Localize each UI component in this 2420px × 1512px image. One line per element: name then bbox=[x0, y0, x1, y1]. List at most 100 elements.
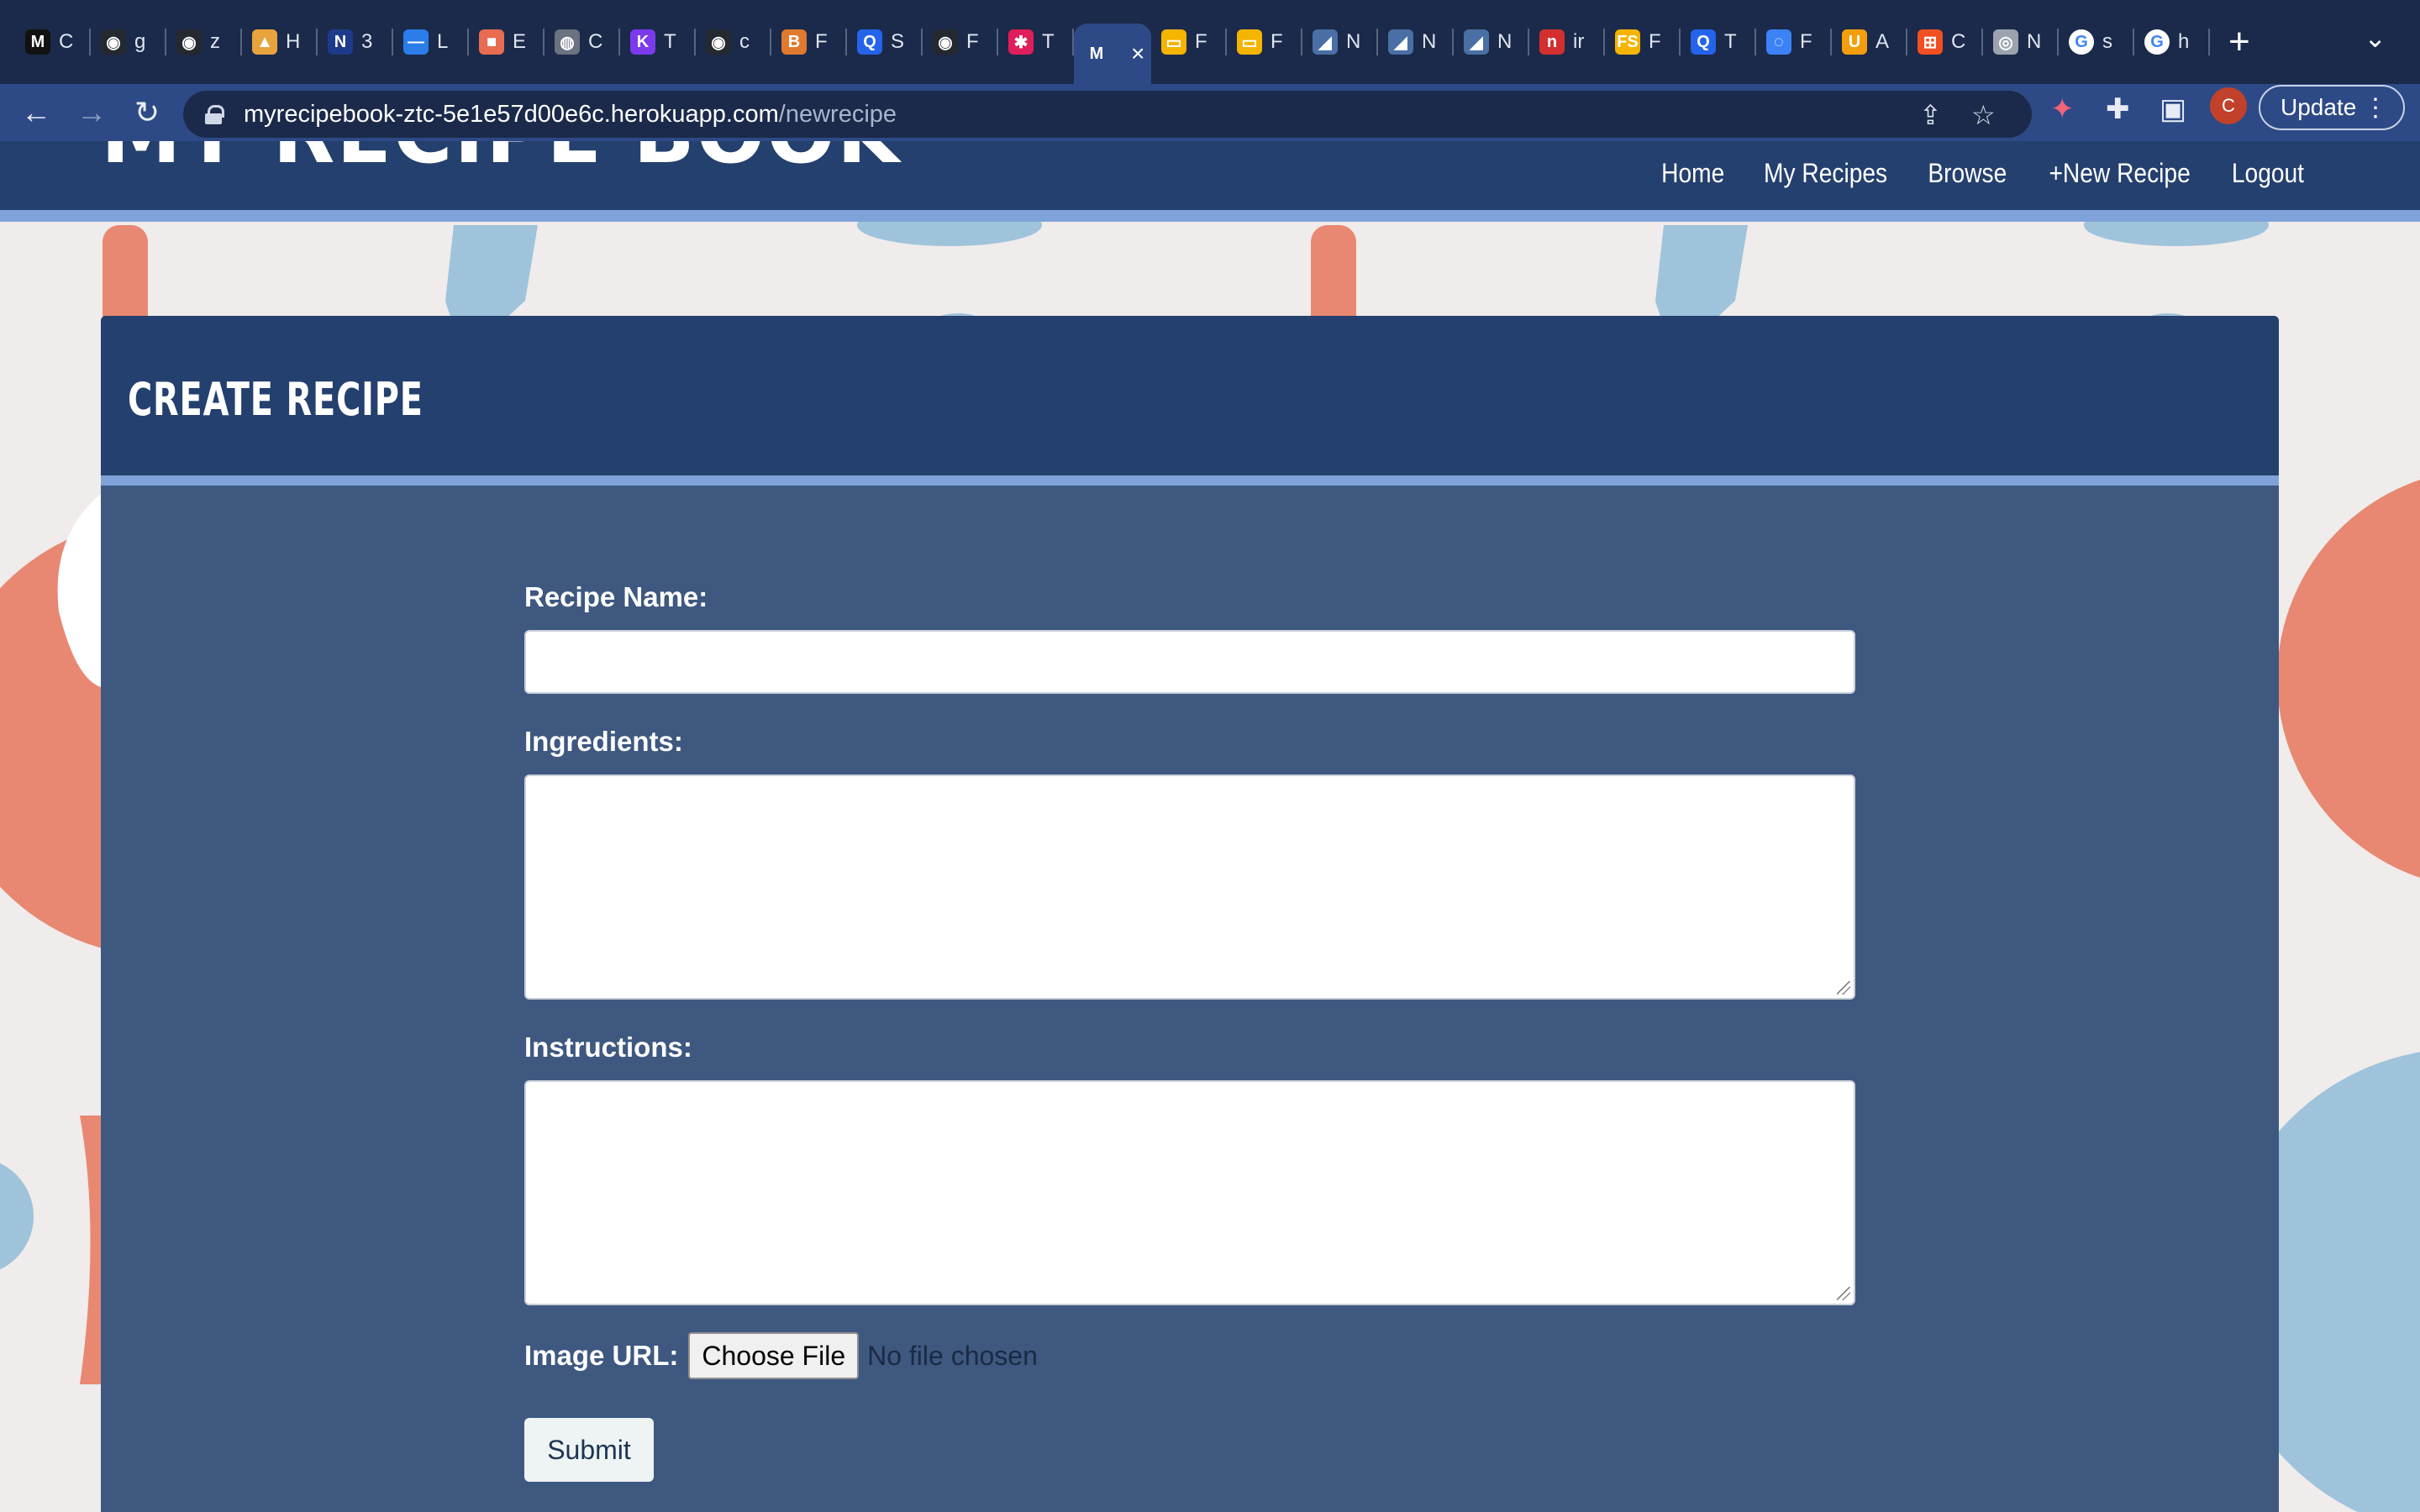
new-tab-icon[interactable]: + bbox=[2228, 21, 2250, 63]
tab-title: C bbox=[1951, 30, 1966, 53]
browser-tab[interactable]: FS F bbox=[1605, 13, 1681, 71]
tab-favicon-icon: M bbox=[1089, 44, 1104, 63]
browser-tab[interactable]: QT bbox=[1681, 13, 1756, 71]
tab-search-chevron-icon[interactable]: ⌄ bbox=[2364, 22, 2386, 54]
instructions-label: Instructions: bbox=[524, 1032, 692, 1063]
tab-title: g bbox=[134, 30, 146, 53]
browser-tab[interactable]: ◌ F bbox=[1756, 13, 1832, 71]
bookmark-star-icon[interactable]: ☆ bbox=[1971, 99, 1996, 131]
tab-favicon-icon: G bbox=[2069, 29, 2094, 55]
browser-tab[interactable]: ■ E bbox=[469, 13, 544, 71]
tab-title: z bbox=[210, 30, 220, 53]
tab-favicon-icon: ◢ bbox=[1313, 29, 1338, 55]
tab-favicon-icon: FS bbox=[1615, 29, 1640, 55]
nav-browse-link[interactable]: Browse bbox=[1928, 158, 2007, 189]
tab-title: F bbox=[815, 30, 828, 53]
tab-favicon-icon: ◉ bbox=[176, 29, 202, 55]
url-text[interactable]: myrecipebook-ztc-5e1e57d00e6c.herokuapp.… bbox=[244, 101, 897, 129]
browser-tab[interactable]: ◢ N bbox=[1378, 13, 1454, 71]
tab-title: s bbox=[2102, 30, 2112, 53]
tab-title: N bbox=[2027, 30, 2042, 53]
back-icon[interactable]: ← bbox=[8, 95, 64, 130]
browser-tab[interactable]: ✱ T bbox=[998, 13, 1074, 71]
tab-title: c bbox=[739, 30, 750, 53]
browser-tab[interactable]: MC bbox=[15, 13, 91, 71]
forward-icon[interactable]: → bbox=[64, 95, 119, 130]
browser-tab[interactable]: ▭ F bbox=[1227, 13, 1302, 71]
tab-title: 3 bbox=[361, 30, 373, 53]
site-header: MY RECIPE BOOK Home My Recipes Browse +N… bbox=[0, 141, 2420, 222]
tab-favicon-icon: ✱ bbox=[1008, 29, 1034, 55]
nav-home-link[interactable]: Home bbox=[1661, 158, 1724, 189]
browser-tab[interactable]: KT bbox=[620, 13, 696, 71]
tab-title: T bbox=[1042, 30, 1055, 53]
extensions-puzzle-icon[interactable]: ✚ bbox=[2106, 92, 2130, 126]
image-upload-row: Image URL: Choose File No file chosen bbox=[524, 1331, 1038, 1381]
tab-title: E bbox=[513, 30, 527, 53]
browser-tab[interactable]: QS bbox=[847, 13, 923, 71]
browser-tab[interactable]: ◉ c bbox=[696, 13, 771, 71]
lock-icon[interactable] bbox=[205, 105, 224, 124]
browser-tab[interactable]: ◎ N bbox=[1983, 13, 2059, 71]
tab-title: C bbox=[588, 30, 603, 53]
tab-title: H bbox=[286, 30, 301, 53]
browser-tab[interactable]: BF bbox=[771, 13, 847, 71]
recipe-name-input[interactable] bbox=[524, 630, 1855, 694]
browser-tab[interactable]: ⊞ C bbox=[1907, 13, 1983, 71]
browser-tab[interactable]: ◢ N bbox=[1302, 13, 1378, 71]
tab-favicon-icon: ◎ bbox=[1993, 29, 2018, 55]
extension-icon[interactable]: ✦ bbox=[2050, 92, 2075, 126]
address-bar[interactable]: myrecipebook-ztc-5e1e57d00e6c.herokuapp.… bbox=[183, 91, 2032, 138]
browser-tab[interactable]: n ir bbox=[1529, 13, 1605, 71]
resize-handle-icon[interactable] bbox=[1837, 981, 1850, 995]
share-icon[interactable]: ⇪ bbox=[1919, 99, 1942, 131]
browser-tab[interactable]: UA bbox=[1832, 13, 1907, 71]
reload-icon[interactable]: ↻ bbox=[119, 95, 175, 130]
tab-favicon-icon: ◍ bbox=[555, 29, 580, 55]
browser-tab[interactable]: ◉ F bbox=[923, 13, 998, 71]
tab-favicon-icon: N bbox=[328, 29, 353, 55]
nav-new-recipe-link[interactable]: +New Recipe bbox=[2049, 158, 2190, 189]
browser-tab[interactable]: Gh bbox=[2134, 13, 2210, 71]
side-panel-icon[interactable]: ▣ bbox=[2160, 92, 2186, 126]
tab-favicon-icon: ◉ bbox=[101, 29, 126, 55]
tab-favicon-icon: U bbox=[1842, 29, 1867, 55]
tab-favicon-icon: K bbox=[630, 29, 655, 55]
kebab-menu-icon[interactable]: ⋮ bbox=[2363, 93, 2388, 123]
tab-favicon-icon: ⊞ bbox=[1918, 29, 1943, 55]
tab-favicon-icon: ■ bbox=[479, 29, 504, 55]
instructions-textarea[interactable] bbox=[524, 1080, 1855, 1305]
tab-title: ir bbox=[1573, 30, 1585, 53]
tab-title: F bbox=[1649, 30, 1661, 53]
ingredients-label: Ingredients: bbox=[524, 726, 683, 757]
choose-file-button[interactable]: Choose File bbox=[688, 1332, 860, 1379]
browser-tab[interactable]: ◢ N bbox=[1454, 13, 1529, 71]
nav-logout-link[interactable]: Logout bbox=[2232, 158, 2304, 189]
browser-tab[interactable]: M × bbox=[1074, 24, 1151, 84]
resize-handle-icon[interactable] bbox=[1837, 1287, 1850, 1300]
tab-title: A bbox=[1876, 30, 1890, 53]
browser-tab[interactable]: ▲ H bbox=[242, 13, 318, 71]
ingredients-textarea[interactable] bbox=[524, 774, 1855, 1000]
tab-title: h bbox=[2178, 30, 2190, 53]
tab-title: N bbox=[1422, 30, 1437, 53]
submit-button[interactable]: Submit bbox=[524, 1418, 654, 1482]
nav-my-recipes-link[interactable]: My Recipes bbox=[1764, 158, 1887, 189]
profile-avatar[interactable]: C bbox=[2210, 87, 2247, 124]
page-title: CREATE RECIPE bbox=[128, 373, 424, 426]
browser-tab[interactable]: N3 bbox=[318, 13, 393, 71]
browser-tab[interactable]: — L bbox=[393, 13, 469, 71]
site-nav: Home My Recipes Browse +New Recipe Logou… bbox=[1657, 158, 2309, 189]
browser-tab[interactable]: ◉ g bbox=[91, 13, 166, 71]
site-title[interactable]: MY RECIPE BOOK bbox=[101, 141, 901, 181]
browser-tab[interactable]: ◍ C bbox=[544, 13, 620, 71]
tab-title: T bbox=[1724, 30, 1737, 53]
tab-favicon-icon: ◢ bbox=[1388, 29, 1413, 55]
browser-tab[interactable]: ▭ F bbox=[1151, 13, 1227, 71]
tab-title: F bbox=[966, 30, 979, 53]
update-button[interactable]: Update ⋮ bbox=[2259, 85, 2405, 130]
browser-tab[interactable]: ◉ z bbox=[166, 13, 242, 71]
browser-tab[interactable]: Gs bbox=[2059, 13, 2134, 71]
tab-close-icon[interactable]: × bbox=[1131, 40, 1144, 67]
update-button-label: Update bbox=[2281, 94, 2357, 120]
